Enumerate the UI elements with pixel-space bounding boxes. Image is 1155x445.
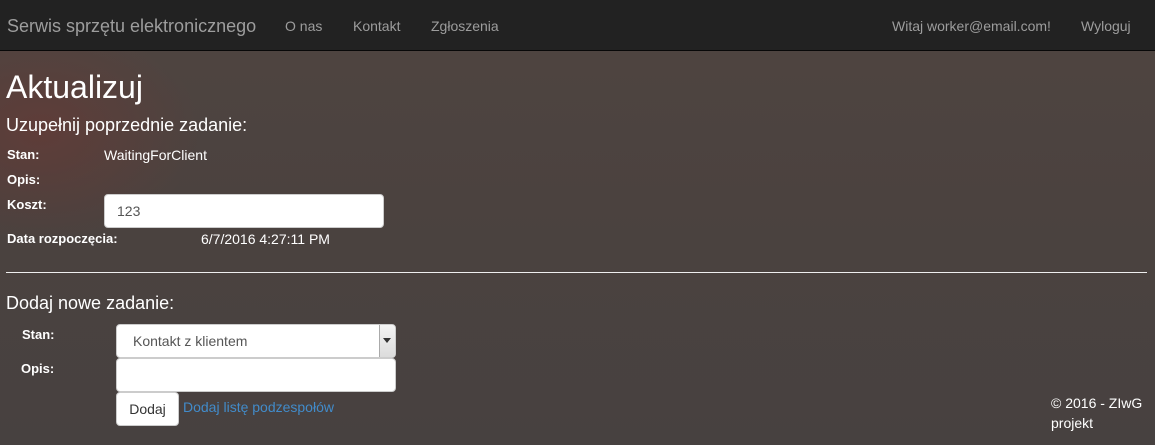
- previous-state-label: Stan:: [7, 147, 40, 162]
- nav-link-zgloszenia[interactable]: Zgłoszenia: [431, 17, 499, 35]
- cost-label: Koszt:: [7, 197, 47, 212]
- previous-state-value: WaitingForClient: [104, 147, 207, 163]
- state-select[interactable]: Kontakt z klientem: [116, 324, 396, 358]
- logout-link[interactable]: Wyloguj: [1081, 17, 1131, 35]
- new-task-heading: Dodaj nowe zadanie:: [6, 293, 175, 313]
- new-description-label: Opis:: [21, 361, 55, 376]
- navbar: Serwis sprzętu elektronicznego O nas Kon…: [0, 0, 1155, 51]
- start-date-value: 6/7/2016 4:27:11 PM: [201, 231, 330, 247]
- user-greeting-link[interactable]: Witaj worker@email.com!: [892, 17, 1051, 35]
- cost-input[interactable]: 123: [104, 194, 384, 228]
- new-state-label: Stan:: [22, 327, 55, 342]
- add-button[interactable]: Dodaj: [116, 392, 179, 426]
- previous-task-heading: Uzupełnij poprzednie zadanie:: [6, 115, 248, 135]
- add-parts-link[interactable]: Dodaj listę podzespołów: [183, 399, 334, 415]
- description-input[interactable]: [116, 358, 396, 392]
- nav-link-kontakt[interactable]: Kontakt: [353, 17, 400, 35]
- previous-description-label: Opis:: [7, 172, 41, 187]
- footer-text: © 2016 - ZIwG projekt: [1051, 395, 1143, 431]
- state-select-value: Kontakt z klientem: [133, 333, 248, 349]
- start-date-label: Data rozpoczęcia:: [7, 231, 118, 246]
- brand-link[interactable]: Serwis sprzętu elektronicznego: [7, 16, 256, 36]
- chevron-down-icon[interactable]: [379, 325, 395, 357]
- page-title: Aktualizuj: [6, 69, 143, 105]
- nav-link-o-nas[interactable]: O nas: [285, 17, 322, 35]
- divider: [6, 272, 1147, 273]
